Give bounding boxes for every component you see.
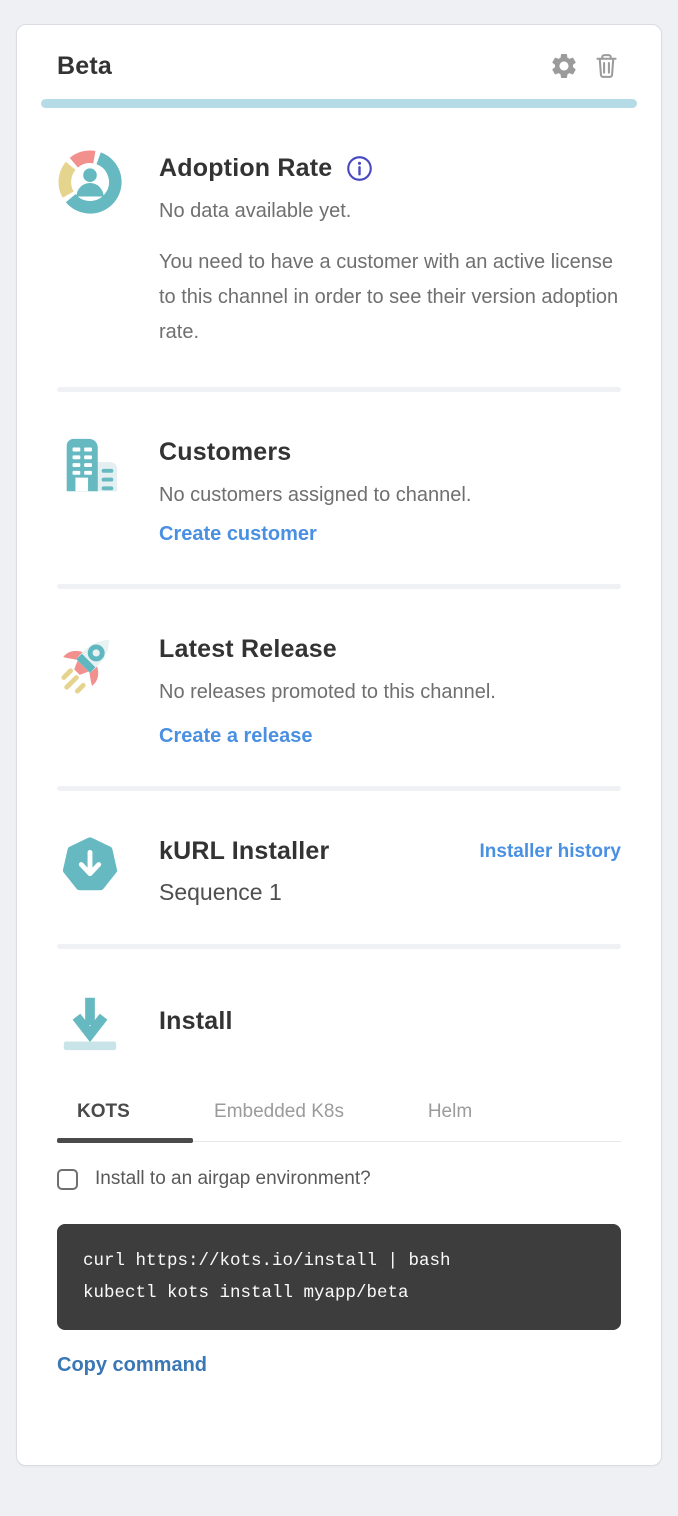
release-empty-message: No releases promoted to this channel. — [159, 679, 621, 705]
adoption-rate-title: Adoption Rate — [159, 154, 332, 183]
latest-release-title: Latest Release — [159, 635, 621, 664]
download-arrow-icon — [57, 990, 123, 1061]
adoption-empty-message: No data available yet. — [159, 198, 621, 224]
code-line-curl: curl https://kots.io/install | bash — [83, 1245, 595, 1277]
kurl-installer-title: kURL Installer — [159, 837, 329, 866]
airgap-option-row: Install to an airgap environment? — [57, 1168, 621, 1190]
tab-kots[interactable]: KOTS — [57, 1089, 193, 1141]
tab-helm[interactable]: Helm — [365, 1089, 535, 1141]
channel-title: Beta — [57, 52, 112, 81]
customers-empty-message: No customers assigned to channel. — [159, 482, 621, 508]
copy-command-link[interactable]: Copy command — [57, 1354, 207, 1377]
airgap-label: Install to an airgap environment? — [95, 1168, 371, 1190]
installer-sequence: Sequence 1 — [159, 879, 621, 906]
install-command-block: curl https://kots.io/install | bash kube… — [57, 1224, 621, 1330]
channel-card: Beta Adoption Rate — [16, 24, 662, 1466]
card-header: Beta — [57, 51, 621, 81]
adoption-description: You need to have a customer with an acti… — [159, 245, 621, 349]
info-icon[interactable] — [346, 155, 373, 182]
code-line-kubectl: kubectl kots install myapp/beta — [83, 1277, 595, 1309]
heptagon-download-icon — [57, 832, 123, 906]
buildings-icon — [57, 433, 123, 546]
gear-icon[interactable] — [549, 51, 579, 81]
install-section-header: Install — [57, 949, 621, 1061]
create-release-link[interactable]: Create a release — [159, 725, 312, 748]
install-tabs: KOTS Embedded K8s Helm — [57, 1089, 621, 1142]
rocket-icon — [57, 630, 123, 748]
header-actions — [549, 51, 621, 81]
customers-title: Customers — [159, 438, 621, 467]
kurl-installer-section: kURL Installer Installer history Sequenc… — [57, 791, 621, 944]
installer-history-link[interactable]: Installer history — [480, 841, 622, 863]
latest-release-section: Latest Release No releases promoted to t… — [57, 589, 621, 786]
airgap-checkbox[interactable] — [57, 1169, 78, 1190]
create-customer-link[interactable]: Create customer — [159, 523, 317, 546]
tab-embedded-k8s[interactable]: Embedded K8s — [193, 1089, 365, 1141]
customers-section: Customers No customers assigned to chann… — [57, 392, 621, 584]
install-title: Install — [159, 995, 621, 1036]
adoption-rate-section: Adoption Rate No data available yet. You… — [57, 108, 621, 387]
channel-color-bar — [41, 99, 637, 108]
trash-icon[interactable] — [592, 51, 621, 81]
donut-chart-person-icon — [57, 149, 123, 349]
